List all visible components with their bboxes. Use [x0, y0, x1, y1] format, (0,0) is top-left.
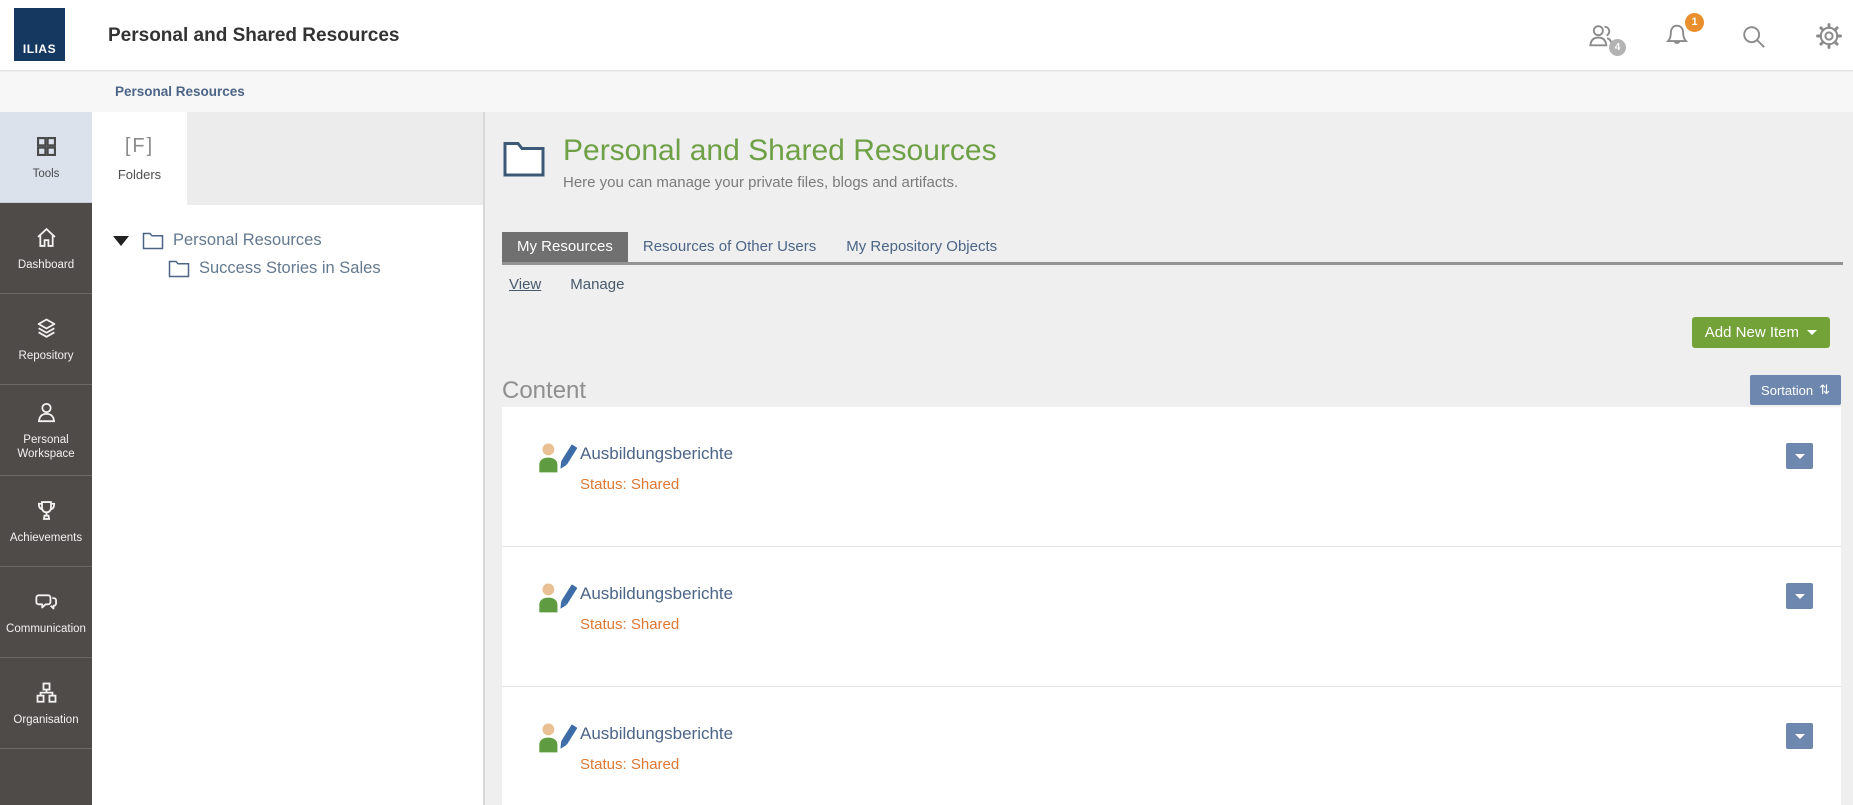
sidebar-item-achievements[interactable]: Achievements: [0, 476, 92, 567]
tree-node-success-stories[interactable]: Success Stories in Sales: [168, 259, 483, 278]
tree-node-personal-resources[interactable]: Personal Resources: [113, 231, 483, 250]
ilias-logo[interactable]: ILIAS: [14, 8, 65, 61]
sidebar-item-label: Achievements: [10, 531, 82, 545]
sortation-label: Sortation: [1761, 383, 1813, 398]
sidebar-item-label: Tools: [33, 167, 60, 181]
breadcrumb: Personal Resources: [0, 72, 1853, 112]
trophy-icon: [33, 497, 60, 524]
sidebar-item-label: Personal Workspace: [3, 433, 89, 462]
item-title-link[interactable]: Ausbildungsberichte: [580, 444, 733, 464]
folder-icon: [142, 231, 164, 250]
content-panel: Ausbildungsberichte Status: Shared: [502, 407, 1841, 805]
item-actions-dropdown[interactable]: [1786, 723, 1813, 749]
sortation-button[interactable]: Sortation ⇅: [1750, 375, 1841, 405]
body-layout: Tools Dashboard: [0, 112, 1853, 805]
main-nav-sidebar: Tools Dashboard: [0, 112, 92, 805]
sidebar-item-tools[interactable]: Tools: [0, 112, 92, 203]
home-icon: [33, 224, 60, 251]
settings-button[interactable]: [1813, 20, 1845, 52]
notifications-button[interactable]: 1: [1661, 20, 1693, 52]
sidebar-item-repository[interactable]: Repository: [0, 294, 92, 385]
add-new-item-button[interactable]: Add New Item: [1692, 317, 1830, 348]
page-title: Personal and Shared Resources: [563, 134, 997, 168]
blog-author-icon: [535, 439, 577, 479]
page-title-header: Personal and Shared Resources: [108, 0, 399, 71]
page-title-block: Personal and Shared Resources Here you c…: [502, 134, 997, 191]
folder-tree: Personal Resources Success Stories in Sa…: [92, 205, 483, 278]
list-item: Ausbildungsberichte Status: Shared: [502, 687, 1841, 805]
user-group-button[interactable]: 4: [1585, 20, 1617, 52]
folders-tab-icon: [F]: [125, 135, 154, 158]
person-icon: [33, 399, 60, 426]
notification-count-badge: 1: [1685, 13, 1704, 32]
content-heading: Content: [502, 377, 586, 405]
tab-bar: My Resources Resources of Other Users My…: [502, 232, 1843, 265]
gear-icon: [1813, 20, 1845, 52]
expander-collapse-icon[interactable]: [113, 236, 129, 246]
sidebar-item-label: Communication: [6, 622, 86, 636]
main-content: Personal and Shared Resources Here you c…: [485, 112, 1853, 805]
sidebar-item-communication[interactable]: Communication: [0, 567, 92, 658]
chat-icon: [33, 588, 60, 615]
sidebar-item-label: Repository: [19, 349, 74, 363]
ilias-app: ILIAS Personal and Shared Resources 4: [0, 0, 1853, 805]
grid-icon: [33, 133, 60, 160]
subtab-bar: View Manage: [509, 276, 624, 293]
blog-author-icon: [535, 719, 577, 759]
search-icon: [1737, 20, 1769, 52]
search-button[interactable]: [1737, 20, 1769, 52]
sidebar-item-personal-workspace[interactable]: Personal Workspace: [0, 385, 92, 476]
ilias-logo-text: ILIAS: [23, 42, 56, 56]
subtab-view[interactable]: View: [509, 276, 541, 293]
caret-down-icon: [1795, 594, 1805, 599]
sidebar-item-organisation[interactable]: Organisation: [0, 658, 92, 749]
caret-down-icon: [1807, 330, 1817, 335]
item-actions-dropdown[interactable]: [1786, 443, 1813, 469]
list-item: Ausbildungsberichte Status: Shared: [502, 407, 1841, 547]
tab-my-resources[interactable]: My Resources: [502, 232, 628, 262]
subtab-manage[interactable]: Manage: [570, 276, 624, 293]
page-subtitle: Here you can manage your private files, …: [563, 174, 997, 191]
item-actions-dropdown[interactable]: [1786, 583, 1813, 609]
tab-resources-of-other-users[interactable]: Resources of Other Users: [628, 232, 831, 262]
add-new-item-label: Add New Item: [1705, 324, 1799, 341]
top-header: ILIAS Personal and Shared Resources 4: [0, 0, 1853, 71]
folder-icon: [502, 140, 546, 178]
folders-panel: [F] Folders Personal Resources: [92, 112, 485, 805]
orgchart-icon: [33, 679, 60, 706]
page-title-text: Personal and Shared Resources Here you c…: [563, 134, 997, 191]
caret-down-icon: [1795, 454, 1805, 459]
caret-down-icon: [1795, 734, 1805, 739]
user-count-badge: 4: [1609, 39, 1626, 56]
header-icon-bar: 4 1: [1585, 0, 1845, 71]
tree-node-label[interactable]: Personal Resources: [173, 231, 322, 250]
breadcrumb-item[interactable]: Personal Resources: [115, 72, 245, 112]
item-title-link[interactable]: Ausbildungsberichte: [580, 724, 733, 744]
item-title-link[interactable]: Ausbildungsberichte: [580, 584, 733, 604]
tree-node-label[interactable]: Success Stories in Sales: [199, 259, 381, 278]
sidebar-item-dashboard[interactable]: Dashboard: [0, 203, 92, 294]
item-status: Status: Shared: [580, 616, 679, 633]
folders-panel-header: [F] Folders: [92, 112, 483, 205]
tab-folders[interactable]: [F] Folders: [92, 112, 187, 205]
content-header-row: Content Sortation ⇅: [502, 367, 1841, 405]
item-status: Status: Shared: [580, 476, 679, 493]
sort-arrows-icon: ⇅: [1819, 382, 1830, 398]
layers-icon: [33, 315, 60, 342]
blog-author-icon: [535, 579, 577, 619]
list-item: Ausbildungsberichte Status: Shared: [502, 547, 1841, 687]
sidebar-item-label: Dashboard: [18, 258, 74, 272]
folder-icon: [168, 259, 190, 278]
folders-tab-label: Folders: [118, 167, 161, 182]
sidebar-item-label: Organisation: [13, 713, 78, 727]
tab-my-repository-objects[interactable]: My Repository Objects: [831, 232, 1012, 262]
item-status: Status: Shared: [580, 756, 679, 773]
